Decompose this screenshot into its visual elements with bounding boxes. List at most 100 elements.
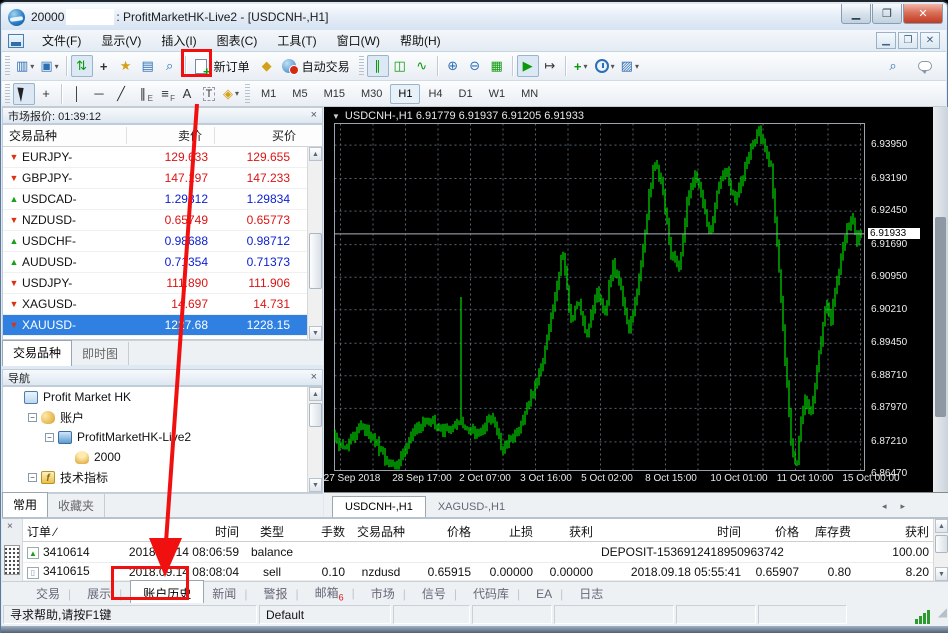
- terminal-tab-新闻[interactable]: 新闻|: [204, 582, 255, 605]
- terminal-tab-日志[interactable]: 日志: [571, 582, 611, 605]
- navigator-tab-收藏夹[interactable]: 收藏夹: [48, 494, 105, 517]
- cursor-button[interactable]: [13, 83, 35, 105]
- market-watch-tab-交易品种[interactable]: 交易品种: [2, 340, 72, 366]
- templates-button[interactable]: ▨▾: [618, 55, 642, 77]
- terminal-tab-警报[interactable]: 警报|: [255, 582, 306, 605]
- timeframe-h1[interactable]: H1: [390, 84, 420, 104]
- terminal-tab-市场[interactable]: 市场|: [363, 582, 414, 605]
- zoom-out-button[interactable]: ⊖: [464, 55, 486, 77]
- tree-item-accounts[interactable]: −账户: [3, 407, 322, 427]
- navigator-tab-常用[interactable]: 常用: [2, 492, 48, 518]
- market-watch-row[interactable]: ▼XAUUSD-1227.681228.15: [3, 315, 322, 336]
- column-止损[interactable]: 止损: [475, 523, 537, 540]
- chart-shift-button[interactable]: ↦: [539, 55, 561, 77]
- scroll-down-button[interactable]: ▼: [935, 567, 948, 581]
- profiles-button[interactable]: ▣▾: [37, 55, 61, 77]
- tab-scroll-right-icon[interactable]: ▸: [900, 501, 919, 511]
- market-watch-row[interactable]: ▲AUDUSD-0.713540.71373: [3, 252, 322, 273]
- vertical-line-button[interactable]: │: [66, 83, 88, 105]
- zoom-in-button[interactable]: ⊕: [442, 55, 464, 77]
- chart-tab-USDCNH-,H1[interactable]: USDCNH-,H1: [332, 496, 426, 517]
- text-label-button[interactable]: T: [198, 83, 220, 105]
- status-profile[interactable]: Default: [259, 605, 391, 624]
- collapse-icon[interactable]: −: [28, 473, 37, 482]
- auto-scroll-button[interactable]: ▶: [517, 55, 539, 77]
- toolbar-grip[interactable]: [5, 56, 10, 76]
- scroll-down-button[interactable]: ▼: [309, 326, 322, 340]
- scroll-thumb[interactable]: [309, 403, 322, 427]
- window-edge-scrollbar[interactable]: [933, 107, 948, 492]
- timeframe-m30[interactable]: M30: [353, 84, 390, 104]
- title-bar[interactable]: 20000 : ProfitMarketHK-Live2 - [USDCNH-,…: [1, 4, 947, 30]
- bar-chart-button[interactable]: ∥: [367, 55, 389, 77]
- autotrading-button[interactable]: [278, 55, 300, 77]
- chat-button[interactable]: [914, 55, 936, 77]
- shapes-button[interactable]: ◈▾: [220, 83, 242, 105]
- child-restore-button[interactable]: ❐: [898, 32, 918, 49]
- market-watch-row[interactable]: ▼USDJPY-111.890111.906: [3, 273, 322, 294]
- column-获利[interactable]: 获利: [855, 523, 933, 540]
- toolbar-grip[interactable]: [359, 56, 364, 76]
- market-watch-row[interactable]: ▼EURJPY-129.633129.655: [3, 147, 322, 168]
- strategy-tester-button[interactable]: ⌕: [159, 55, 181, 77]
- terminal-tab-代码库[interactable]: 代码库|: [465, 582, 528, 605]
- close-icon[interactable]: ×: [311, 110, 317, 121]
- market-watch-row[interactable]: ▼XAGUSD-14.69714.731: [3, 294, 322, 315]
- restore-button[interactable]: ❐: [872, 4, 902, 24]
- metaeditor-button[interactable]: ◆: [256, 55, 278, 77]
- autotrading-label[interactable]: 自动交易: [302, 58, 350, 75]
- channel-button[interactable]: ∥E: [132, 83, 154, 105]
- column-类型[interactable]: 类型: [243, 523, 301, 540]
- search-button[interactable]: ⌕: [882, 55, 904, 77]
- data-window-button[interactable]: +: [93, 55, 115, 77]
- fibonacci-button[interactable]: ≡F: [154, 83, 176, 105]
- scroll-up-button[interactable]: ▲: [309, 147, 322, 161]
- timeframe-d1[interactable]: D1: [451, 84, 481, 104]
- crosshair-button[interactable]: +: [35, 83, 57, 105]
- navigator-titlebar[interactable]: 导航 ×: [2, 369, 323, 386]
- market-watch-header[interactable]: 交易品种 卖价 买价: [3, 125, 322, 147]
- new-order-label[interactable]: 新订单: [214, 58, 250, 75]
- navigator-button[interactable]: ★: [115, 55, 137, 77]
- chart-window-icon[interactable]: [8, 34, 24, 48]
- terminal-tab-交易[interactable]: 交易|: [28, 582, 79, 605]
- column-价格[interactable]: 价格: [745, 523, 803, 540]
- column-订单[interactable]: 订单 ∕: [23, 523, 111, 540]
- child-close-button[interactable]: ✕: [920, 32, 940, 49]
- scroll-thumb[interactable]: [309, 233, 322, 289]
- toolbar-grip[interactable]: [245, 84, 250, 104]
- timeframe-m15[interactable]: M15: [316, 84, 353, 104]
- trendline-button[interactable]: ╱: [110, 83, 132, 105]
- timeframe-h4[interactable]: H4: [420, 84, 450, 104]
- column-获利[interactable]: 获利: [537, 523, 597, 540]
- scroll-up-button[interactable]: ▲: [935, 519, 948, 533]
- menu-item-h[interactable]: 帮助(H): [390, 31, 451, 51]
- close-button[interactable]: ✕: [903, 4, 943, 24]
- close-icon[interactable]: ×: [7, 521, 13, 532]
- column-symbol[interactable]: 交易品种: [3, 127, 126, 144]
- chart-window[interactable]: ▼USDCNH-,H1 6.91779 6.91937 6.91205 6.91…: [324, 107, 948, 517]
- column-时间[interactable]: 时间: [111, 523, 243, 540]
- collapse-icon[interactable]: −: [45, 433, 54, 442]
- market-watch-row[interactable]: ▼NZDUSD-0.657490.65773: [3, 210, 322, 231]
- text-button[interactable]: A: [176, 83, 198, 105]
- table-row[interactable]: ▲34106142018.09.14 08:06:59balanceDEPOSI…: [23, 542, 934, 563]
- close-icon[interactable]: ×: [311, 372, 317, 383]
- collapse-icon[interactable]: −: [28, 413, 37, 422]
- column-时间[interactable]: 时间: [597, 523, 745, 540]
- market-watch-row[interactable]: ▲USDCAD-1.298121.29834: [3, 189, 322, 210]
- timeframe-w1[interactable]: W1: [481, 84, 514, 104]
- menu-item-t[interactable]: 工具(T): [267, 31, 326, 51]
- terminal-scrollbar[interactable]: ▲ ▼: [933, 519, 948, 581]
- horizontal-line-button[interactable]: ─: [88, 83, 110, 105]
- market-watch-tab-即时图[interactable]: 即时图: [72, 342, 129, 365]
- column-库存费[interactable]: 库存费: [803, 523, 855, 540]
- menu-item-i[interactable]: 插入(I): [151, 31, 206, 51]
- market-watch-row[interactable]: ▼GBPJPY-147.197147.233: [3, 168, 322, 189]
- indicators-button[interactable]: +▾: [570, 55, 592, 77]
- market-watch-button[interactable]: ⇅: [71, 55, 93, 77]
- tab-scroll-left-icon[interactable]: ◂: [882, 501, 901, 511]
- tree-item-f[interactable]: −f技术指标: [3, 467, 322, 487]
- column-ask[interactable]: 买价: [214, 127, 302, 144]
- resize-grip[interactable]: ◢: [938, 605, 947, 624]
